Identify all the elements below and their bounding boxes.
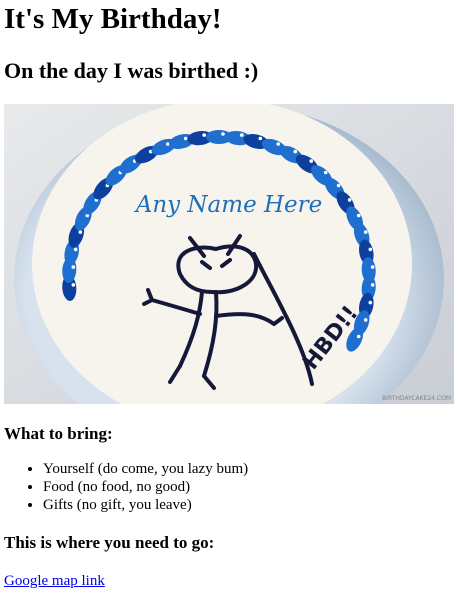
sprinkle [73, 247, 78, 252]
sprinkle [183, 136, 188, 141]
list-item: Food (no food, no good) [43, 478, 458, 496]
sprinkle [336, 183, 341, 188]
cake-name-text: Any Name Here [134, 192, 323, 218]
sprinkle [71, 265, 76, 269]
sprinkle [347, 198, 352, 202]
sprinkle [221, 132, 225, 136]
sprinkle [356, 334, 361, 339]
sprinkle [240, 133, 244, 137]
bring-list: Yourself (do come, you lazy bum) Food (n… [4, 460, 458, 514]
list-item: Yourself (do come, you lazy bum) [43, 460, 458, 478]
page: It's My Birthday! On the day I was birth… [0, 0, 458, 590]
sprinkle [309, 159, 314, 163]
sprinkle [368, 247, 373, 252]
google-map-link[interactable]: Google map link [4, 573, 105, 590]
location-heading: This is where you need to go: [4, 533, 215, 552]
sprinkle [368, 300, 373, 305]
list-item: Gifts (no gift, you leave) [43, 496, 458, 514]
sprinkle [276, 142, 281, 146]
sprinkle [202, 133, 206, 137]
bring-heading: What to bring: [4, 424, 113, 443]
sprinkle [71, 283, 76, 287]
sprinkle [258, 136, 263, 141]
page-title: It's My Birthday! [4, 3, 222, 35]
sprinkle [370, 265, 375, 269]
sprinkle [356, 213, 361, 218]
sprinkle [363, 230, 368, 234]
cake-icing [32, 104, 412, 404]
sprinkle [293, 149, 298, 154]
watermark-text: BIRTHDAYCAKE24.COM [382, 395, 451, 402]
sprinkle [323, 170, 328, 175]
birthday-cake-image: Any Name Here HBD!! BIRTHDAYCAKE24.COM [4, 104, 454, 404]
page-subtitle: On the day I was birthed :) [4, 58, 259, 83]
sprinkle [363, 318, 368, 322]
sprinkle [78, 230, 83, 234]
sprinkle [370, 283, 375, 287]
